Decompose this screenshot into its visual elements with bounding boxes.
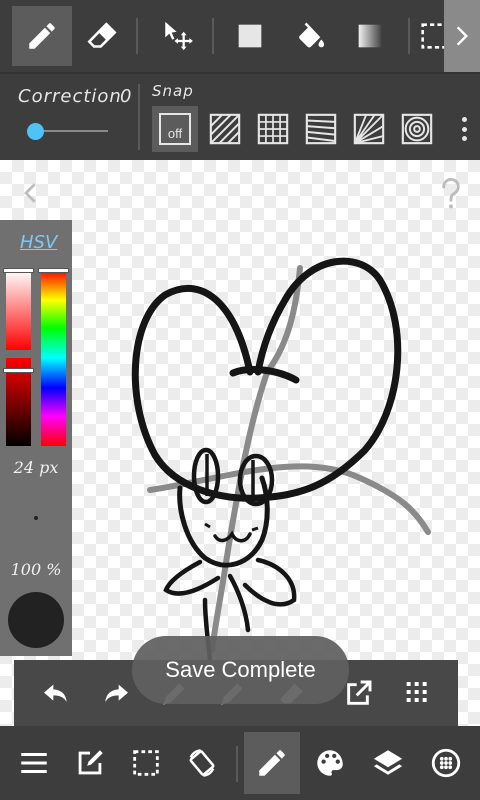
more-vertical-icon — [461, 117, 467, 122]
correction-slider[interactable] — [36, 130, 108, 132]
help-button[interactable] — [436, 176, 466, 210]
redo-button[interactable] — [94, 672, 138, 716]
color-mode-label[interactable]: HSV — [20, 232, 57, 253]
snap-parallel-button[interactable] — [202, 106, 248, 152]
gradient-tool-button[interactable] — [340, 6, 400, 66]
layers-icon — [373, 750, 403, 775]
correction-slider-thumb[interactable] — [27, 123, 44, 140]
radial-lines-icon — [353, 113, 385, 145]
edit-icon — [78, 750, 103, 775]
top-toolbar — [0, 0, 480, 72]
quick-menu-button[interactable] — [394, 672, 438, 716]
dots-grid-icon — [406, 682, 427, 702]
drawing-app: Correction 0 Snap off HSV 24 px 100 % Sa… — [0, 0, 480, 800]
brush-preview — [34, 516, 38, 520]
vanishing-lines-icon — [305, 113, 337, 145]
export-icon — [347, 680, 372, 705]
bucket-tool-button[interactable] — [280, 6, 340, 66]
menu-icon — [21, 752, 47, 774]
snap-off-label: off — [167, 126, 183, 141]
material-button[interactable] — [418, 732, 474, 794]
chevron-left-icon — [24, 183, 36, 203]
bottom-toolbar — [0, 726, 480, 800]
snap-menu-button[interactable] — [456, 114, 472, 144]
parallel-lines-icon — [209, 113, 241, 145]
pen-tool-button[interactable] — [12, 6, 72, 66]
color-panel: HSV 24 px 100 % — [0, 220, 72, 656]
pen-icon — [29, 23, 55, 49]
pen-mode-button[interactable] — [244, 732, 300, 794]
selection-button[interactable] — [118, 732, 174, 794]
snap-vanishing-button[interactable] — [298, 106, 344, 152]
snap-radial-button[interactable] — [346, 106, 392, 152]
save-toast: Save Complete — [132, 636, 349, 704]
toolbar-divider — [136, 18, 138, 54]
material-icon — [431, 748, 461, 778]
bottom-divider — [236, 746, 238, 782]
correction-snap-bar: Correction 0 Snap off — [0, 72, 480, 160]
fill-rect-tool-button[interactable] — [220, 6, 280, 66]
main-menu-button[interactable] — [6, 732, 62, 794]
layers-button[interactable] — [360, 732, 416, 794]
current-color-swatch[interactable] — [8, 592, 64, 648]
saturation-marker[interactable] — [3, 268, 34, 273]
rotate-canvas-button[interactable] — [174, 732, 230, 794]
saturation-bar[interactable] — [6, 270, 31, 350]
toolbar-divider — [212, 18, 214, 54]
eraser-tool-button[interactable] — [72, 6, 132, 66]
eraser-icon — [87, 22, 117, 48]
snap-concentric-button[interactable] — [394, 106, 440, 152]
palette-button[interactable] — [302, 732, 358, 794]
snap-label: Snap — [152, 82, 194, 100]
opacity-label[interactable]: 100 % — [0, 560, 72, 579]
palette-icon — [317, 750, 343, 776]
move-icon — [165, 21, 193, 51]
undo-icon — [44, 684, 67, 702]
rotate-icon — [189, 749, 215, 777]
snap-grid-button[interactable] — [250, 106, 296, 152]
toolbar-divider — [408, 18, 410, 54]
fill-rect-icon — [238, 24, 262, 48]
toolbar-more-button[interactable] — [444, 0, 480, 72]
redo-icon — [105, 684, 128, 702]
correction-label: Correction — [18, 86, 122, 107]
grid-icon — [257, 113, 289, 145]
gradient-icon — [358, 24, 382, 48]
pen-icon — [259, 750, 285, 776]
edit-button[interactable] — [62, 732, 118, 794]
snap-off-icon: off — [159, 113, 191, 145]
hue-marker[interactable] — [38, 268, 69, 273]
concentric-circles-icon — [401, 113, 433, 145]
value-marker[interactable] — [3, 368, 34, 373]
question-icon — [442, 177, 460, 209]
move-tool-button[interactable] — [148, 6, 208, 66]
snap-off-button[interactable]: off — [152, 106, 198, 152]
chevron-right-icon — [456, 26, 469, 46]
snap-divider — [138, 84, 140, 150]
selection-icon — [133, 750, 159, 776]
correction-value: 0 — [120, 86, 132, 107]
collapse-panel-button[interactable] — [16, 178, 46, 208]
hue-bar[interactable] — [41, 270, 66, 446]
brush-size-label[interactable]: 24 px — [0, 458, 72, 477]
bucket-icon — [299, 22, 325, 48]
undo-button[interactable] — [34, 672, 78, 716]
